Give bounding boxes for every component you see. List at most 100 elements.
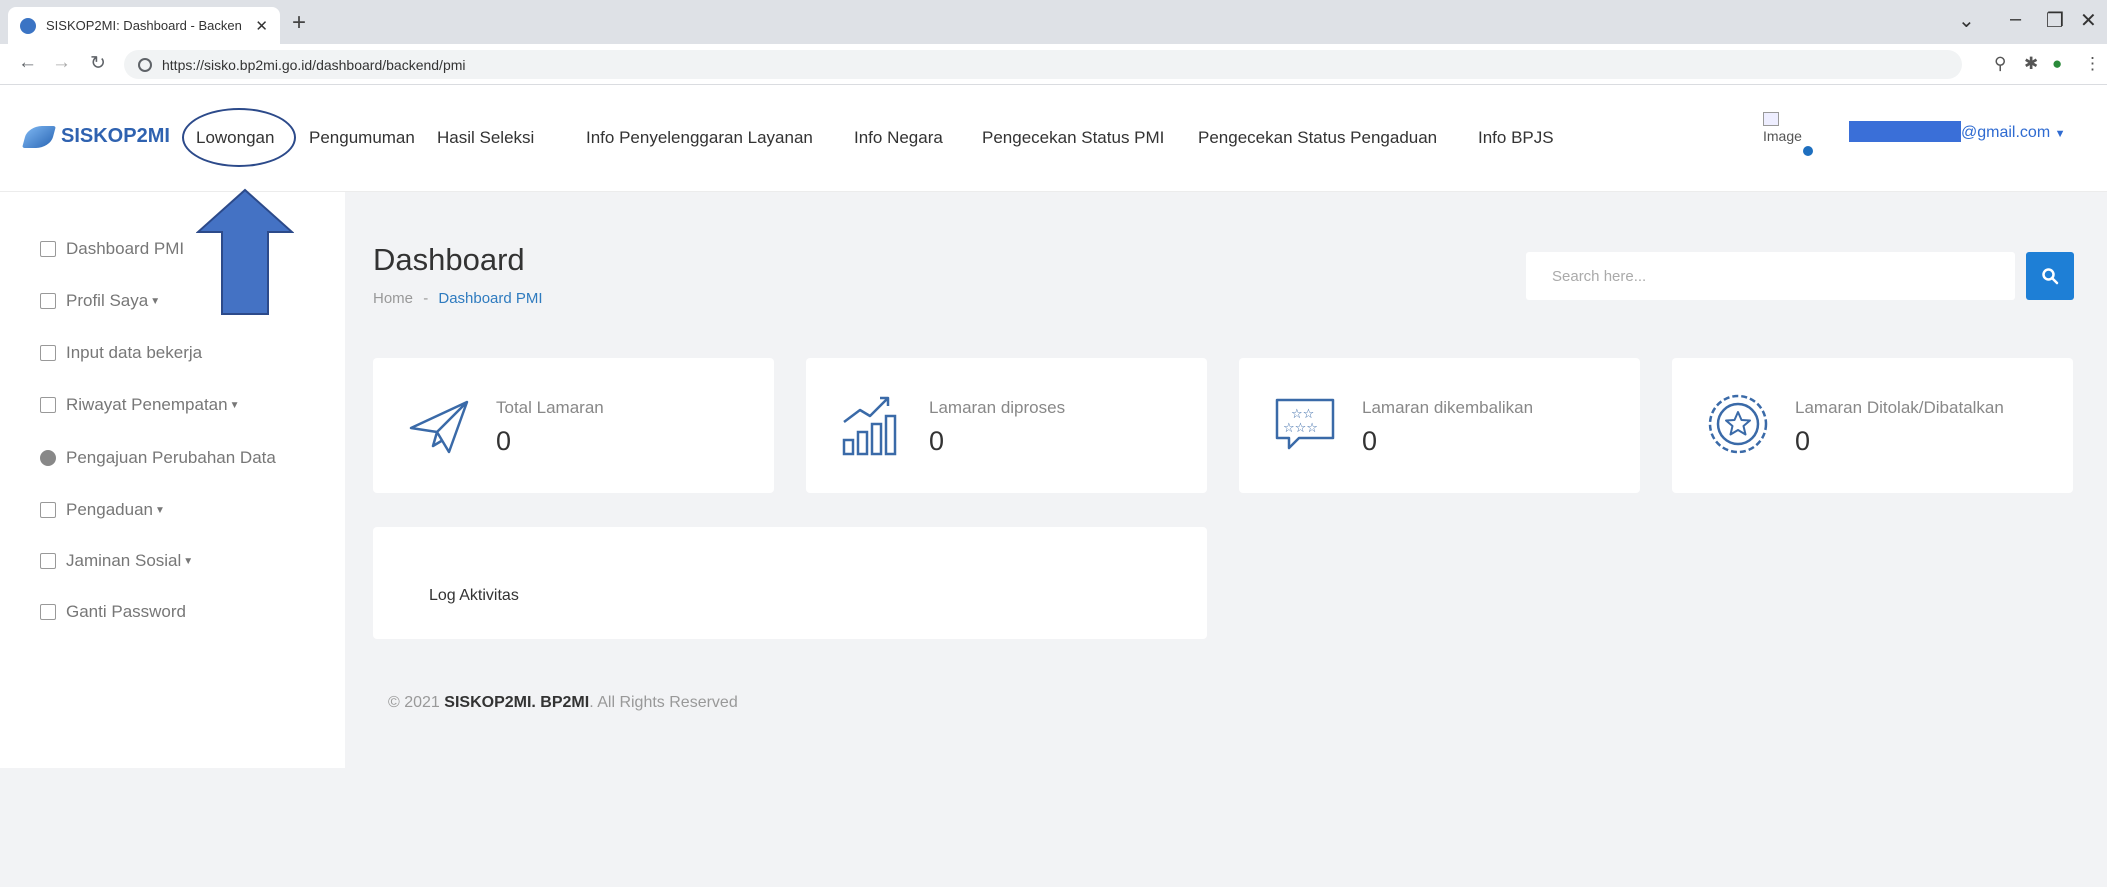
brand-name: SISKOP2MI bbox=[61, 125, 170, 147]
caret-down-icon: ▼ bbox=[183, 555, 194, 567]
caret-down-icon: ▼ bbox=[229, 399, 240, 411]
caret-down-icon: ▼ bbox=[150, 295, 161, 307]
paper-plane-icon bbox=[409, 400, 469, 454]
footer-rights: All Rights Reserved bbox=[597, 694, 738, 711]
footer-brand: SISKOP2MI. BP2MI bbox=[444, 694, 590, 711]
sidebar-item-label: Pengajuan Perubahan Data bbox=[66, 448, 276, 467]
nav-hasil-seleksi[interactable]: Hasil Seleksi bbox=[437, 128, 534, 148]
address-bar[interactable]: https://sisko.bp2mi.go.id/dashboard/back… bbox=[124, 50, 1962, 79]
reload-icon[interactable]: ↻ bbox=[90, 52, 106, 75]
sidebar-item-jaminan-sosial[interactable]: Jaminan Sosial ▼ bbox=[40, 551, 193, 571]
tab-search-icon[interactable]: ⌄ bbox=[1958, 8, 1975, 33]
user-email: @gmail.com bbox=[1961, 124, 2051, 141]
sidebar-item-riwayat-penempatan[interactable]: Riwayat Penempatan ▼ bbox=[40, 395, 240, 415]
nav-info-penyelenggaran-layanan[interactable]: Info Penyelenggaran Layanan bbox=[586, 128, 813, 148]
breadcrumb-separator: - bbox=[423, 290, 429, 307]
minimize-icon[interactable]: – bbox=[2010, 8, 2021, 31]
sidebar-item-label: Input data bekerja bbox=[66, 343, 203, 362]
site-info-icon[interactable] bbox=[138, 57, 152, 72]
forward-icon[interactable]: → bbox=[52, 52, 71, 74]
site-favicon-icon bbox=[20, 17, 36, 34]
svg-text:☆☆: ☆☆ bbox=[1291, 407, 1314, 422]
document-icon bbox=[40, 293, 56, 309]
user-icon bbox=[40, 345, 56, 361]
stat-label: Lamaran diproses bbox=[929, 398, 1066, 417]
nav-pengecekan-status-pmi[interactable]: Pengecekan Status PMI bbox=[982, 128, 1164, 148]
profile-icon[interactable]: ● bbox=[2052, 54, 2062, 74]
svg-text:☆☆☆: ☆☆☆ bbox=[1283, 421, 1318, 436]
online-status-dot bbox=[1803, 146, 1813, 156]
id-card-icon bbox=[40, 553, 56, 569]
growth-chart-icon bbox=[842, 396, 897, 456]
search-button[interactable] bbox=[2026, 252, 2074, 300]
brand-logo[interactable]: SISKOP2MI bbox=[22, 125, 170, 148]
page-title: Dashboard bbox=[373, 242, 525, 277]
search-input[interactable] bbox=[1526, 252, 2015, 300]
stat-label: Lamaran dikembalikan bbox=[1362, 398, 1534, 417]
list-icon bbox=[40, 397, 56, 413]
search-box bbox=[1526, 252, 2015, 300]
redacted-username bbox=[1849, 121, 1961, 142]
sidebar-item-label: Jaminan Sosial bbox=[66, 551, 182, 570]
browser-tab-strip: SISKOP2MI: Dashboard - Backen ✕ + ⌄ – ❐ … bbox=[0, 0, 2107, 44]
sidebar-item-label: Ganti Password bbox=[66, 602, 186, 621]
breadcrumb: Home - Dashboard PMI bbox=[373, 290, 543, 307]
sidebar-item-pengajuan-perubahan-data[interactable]: Pengajuan Perubahan Data bbox=[40, 448, 276, 468]
breadcrumb-current[interactable]: Dashboard PMI bbox=[438, 290, 542, 307]
restore-icon[interactable]: ❐ bbox=[2046, 8, 2064, 33]
extension-icon[interactable]: ⚲ bbox=[1994, 54, 2006, 74]
stat-label: Lamaran Ditolak/Dibatalkan bbox=[1795, 398, 2004, 417]
annotation-arrow bbox=[196, 188, 294, 315]
url-text: https://sisko.bp2mi.go.id/dashboard/back… bbox=[162, 56, 466, 73]
broken-image-icon bbox=[1763, 112, 1779, 126]
avatar-alt-text: Image bbox=[1763, 128, 1802, 144]
dashboard-icon bbox=[40, 241, 56, 257]
stat-card-lamaran-ditolak[interactable]: Lamaran Ditolak/Dibatalkan 0 bbox=[1672, 358, 2073, 493]
stat-value: 0 bbox=[496, 426, 512, 456]
new-tab-icon[interactable]: + bbox=[292, 9, 306, 37]
user-circle-icon bbox=[40, 450, 56, 466]
browser-tab[interactable]: SISKOP2MI: Dashboard - Backen ✕ bbox=[8, 7, 280, 44]
user-lock-icon bbox=[40, 604, 56, 620]
logo-icon bbox=[22, 125, 56, 148]
log-title: Log Aktivitas bbox=[429, 587, 519, 604]
close-tab-icon[interactable]: ✕ bbox=[255, 17, 268, 35]
sidebar-item-label: Pengaduan bbox=[66, 500, 153, 519]
log-aktivitas-card: Log Aktivitas bbox=[373, 527, 1207, 639]
nav-info-bpjs[interactable]: Info BPJS bbox=[1478, 128, 1554, 148]
search-icon bbox=[2042, 268, 2059, 285]
avatar[interactable]: Image bbox=[1763, 112, 1813, 156]
menu-kebab-icon[interactable]: ⋮ bbox=[2084, 54, 2101, 74]
nav-pengumuman[interactable]: Pengumuman bbox=[309, 128, 415, 148]
stat-label: Total Lamaran bbox=[496, 398, 604, 417]
caret-down-icon: ▼ bbox=[154, 504, 165, 516]
sidebar-item-pengaduan[interactable]: Pengaduan ▼ bbox=[40, 500, 165, 520]
stat-card-lamaran-dikembalikan[interactable]: ☆☆ ☆☆☆ Lamaran dikembalikan 0 bbox=[1239, 358, 1640, 493]
back-icon[interactable]: ← bbox=[18, 52, 37, 74]
badge-star-icon bbox=[1708, 394, 1768, 454]
close-window-icon[interactable]: ✕ bbox=[2080, 8, 2097, 33]
tab-title: SISKOP2MI: Dashboard - Backen bbox=[46, 18, 242, 33]
caret-down-icon: ▼ bbox=[2054, 128, 2066, 140]
stat-value: 0 bbox=[1795, 426, 1811, 456]
puzzle-icon[interactable]: ✱ bbox=[2024, 54, 2038, 74]
list-icon bbox=[40, 502, 56, 518]
rating-stars-icon: ☆☆ ☆☆☆ bbox=[1275, 398, 1335, 450]
stat-card-total-lamaran[interactable]: Total Lamaran 0 bbox=[373, 358, 774, 493]
nav-info-negara[interactable]: Info Negara bbox=[854, 128, 943, 148]
stat-value: 0 bbox=[1362, 426, 1378, 456]
stat-value: 0 bbox=[929, 426, 945, 456]
breadcrumb-home[interactable]: Home bbox=[373, 290, 413, 307]
footer: © 2021 SISKOP2MI. BP2MI. All Rights Rese… bbox=[388, 694, 738, 711]
sidebar-item-dashboard[interactable]: Dashboard PMI bbox=[40, 239, 184, 259]
footer-copyright: © 2021 bbox=[388, 694, 440, 711]
stat-card-lamaran-diproses[interactable]: Lamaran diproses 0 bbox=[806, 358, 1207, 493]
user-menu[interactable]: @gmail.com ▼ bbox=[1961, 124, 2066, 142]
nav-pengecekan-status-pengaduan[interactable]: Pengecekan Status Pengaduan bbox=[1198, 128, 1437, 148]
sidebar-item-label: Riwayat Penempatan bbox=[66, 395, 228, 414]
sidebar-item-ganti-password[interactable]: Ganti Password bbox=[40, 602, 186, 622]
sidebar-item-label: Profil Saya bbox=[66, 291, 149, 310]
sidebar-item-label: Dashboard PMI bbox=[66, 239, 185, 258]
sidebar-item-profil-saya[interactable]: Profil Saya ▼ bbox=[40, 291, 160, 311]
sidebar-item-input-data-bekerja[interactable]: Input data bekerja bbox=[40, 343, 202, 363]
